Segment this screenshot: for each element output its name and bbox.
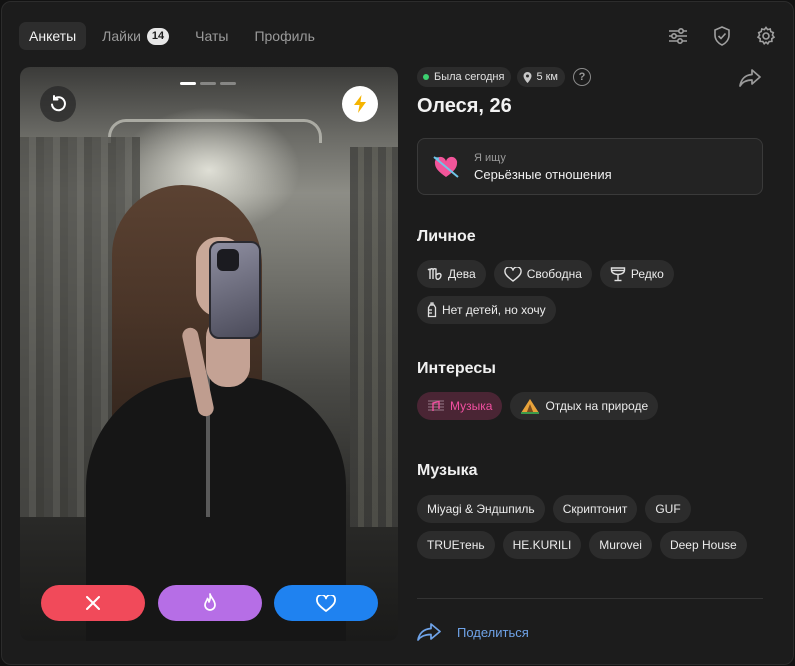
tab-chats[interactable]: Чаты — [185, 22, 238, 50]
profile-meta: Была сегодня 5 км ? — [417, 67, 763, 87]
chip-label: Редко — [630, 267, 664, 281]
bottle-icon — [427, 302, 437, 318]
camping-icon — [521, 399, 540, 414]
swipe-actions — [41, 585, 378, 621]
shield-icon[interactable] — [709, 23, 735, 49]
virgo-icon — [427, 268, 442, 281]
profile-name: Олеся, 26 — [417, 95, 512, 117]
super-like-button[interactable] — [157, 585, 262, 621]
filters-icon[interactable] — [665, 23, 691, 49]
chip-label: Miyagi & Эндшпиль — [427, 502, 535, 516]
chip-artist[interactable]: GUF — [645, 495, 691, 523]
interest-chips: Музыка Отдых на природе — [417, 392, 763, 428]
chip-artist[interactable]: Скриптонит — [552, 495, 638, 523]
online-dot — [423, 74, 429, 80]
share-arrow-icon — [417, 623, 441, 641]
divider — [417, 598, 763, 599]
chip-interest-nature[interactable]: Отдых на природе — [510, 392, 659, 420]
tab-profile[interactable]: Профиль — [244, 22, 324, 50]
profile-info: Была сегодня 5 км ? Олеся, 26 Я ищу Серь… — [417, 67, 763, 657]
seeking-text: Я ищу Серьёзные отношения — [474, 152, 612, 182]
chip-label: Дева — [448, 267, 476, 281]
share-button-top[interactable] — [737, 67, 763, 89]
share-arrow-icon — [739, 69, 761, 87]
chip-interest-music[interactable]: Музыка — [417, 392, 503, 420]
distance-text: 5 км — [536, 71, 558, 83]
tab-label: Лайки — [102, 28, 141, 44]
seeking-card: Я ищу Серьёзные отношения — [417, 138, 763, 195]
heart-arrow-icon — [433, 155, 459, 178]
like-button[interactable] — [274, 585, 378, 621]
section-title-interests: Интересы — [417, 360, 496, 377]
personal-chips: Дева Свободна Редко Нет детей, но хочу — [417, 260, 717, 332]
heart-icon — [504, 266, 522, 282]
tab-label: Анкеты — [29, 28, 77, 44]
phone-camera — [217, 249, 239, 271]
section-title-personal: Личное — [417, 228, 476, 245]
chip-label: Отдых на природе — [545, 399, 649, 413]
photo-pagination — [180, 82, 240, 85]
photo-dot[interactable] — [200, 82, 216, 85]
top-bar: Анкеты Лайки 14 Чаты Профиль — [2, 2, 793, 68]
location-pin-icon — [523, 71, 532, 83]
fire-icon — [203, 593, 216, 611]
app-window: Анкеты Лайки 14 Чаты Профиль Была сегодн… — [1, 1, 794, 665]
chip-label: Музыка — [450, 399, 493, 413]
chip-children[interactable]: Нет детей, но хочу — [417, 296, 556, 324]
photo-dot[interactable] — [220, 82, 236, 85]
tab-profiles[interactable]: Анкеты — [19, 22, 87, 50]
share-button[interactable]: Поделиться — [417, 623, 529, 641]
distance-chip: 5 км — [517, 67, 565, 87]
undo-button[interactable] — [40, 86, 76, 122]
online-status: Была сегодня — [417, 67, 512, 87]
top-actions — [647, 23, 779, 49]
chip-artist[interactable]: Murovei — [589, 531, 652, 559]
chip-label: Deep House — [669, 538, 737, 552]
glass-icon — [610, 266, 626, 281]
chip-label: HE.KURILI — [512, 538, 572, 552]
music-icon — [428, 400, 444, 411]
status-text: Была сегодня — [434, 71, 505, 83]
help-icon[interactable]: ? — [573, 68, 591, 86]
seeking-value: Серьёзные отношения — [474, 166, 612, 182]
music-chips: Miyagi & Эндшпиль Скриптонит GUF TRUEтен… — [417, 495, 757, 567]
phone — [209, 241, 261, 339]
chip-label: Murovei — [599, 538, 642, 552]
undo-icon — [51, 95, 66, 112]
chip-label: Скриптонит — [562, 502, 628, 516]
boost-button[interactable] — [342, 86, 378, 122]
gear-icon[interactable] — [753, 23, 779, 49]
profile-photo[interactable] — [20, 67, 398, 641]
tab-likes[interactable]: Лайки 14 — [92, 22, 179, 50]
tab-label: Профиль — [254, 28, 315, 44]
tab-label: Чаты — [195, 28, 229, 44]
chip-zodiac[interactable]: Дева — [417, 260, 486, 288]
chip-artist[interactable]: Miyagi & Эндшпиль — [417, 495, 545, 523]
chip-label: Свободна — [526, 267, 582, 281]
chip-genre[interactable]: Deep House — [659, 531, 747, 559]
chip-artist[interactable]: TRUEтень — [417, 531, 495, 559]
lightning-icon — [354, 95, 366, 113]
seeking-label: Я ищу — [474, 151, 506, 164]
chip-label: GUF — [655, 502, 681, 516]
chip-label: TRUEтень — [427, 538, 485, 552]
chip-relationship[interactable]: Свободна — [493, 260, 592, 288]
chip-artist[interactable]: HE.KURILI — [502, 531, 582, 559]
section-title-music: Музыка — [417, 462, 478, 479]
chip-label: Нет детей, но хочу — [442, 303, 546, 317]
share-label: Поделиться — [457, 624, 529, 640]
photo-dot[interactable] — [180, 82, 196, 85]
likes-count-badge: 14 — [146, 27, 170, 45]
curtain-right — [350, 147, 398, 527]
dislike-button[interactable] — [41, 585, 145, 621]
chip-drinking[interactable]: Редко — [599, 260, 674, 288]
close-icon — [86, 596, 100, 610]
heart-icon — [316, 594, 336, 612]
main-tabs: Анкеты Лайки 14 Чаты Профиль — [19, 22, 331, 50]
curtain-rail — [108, 119, 322, 143]
